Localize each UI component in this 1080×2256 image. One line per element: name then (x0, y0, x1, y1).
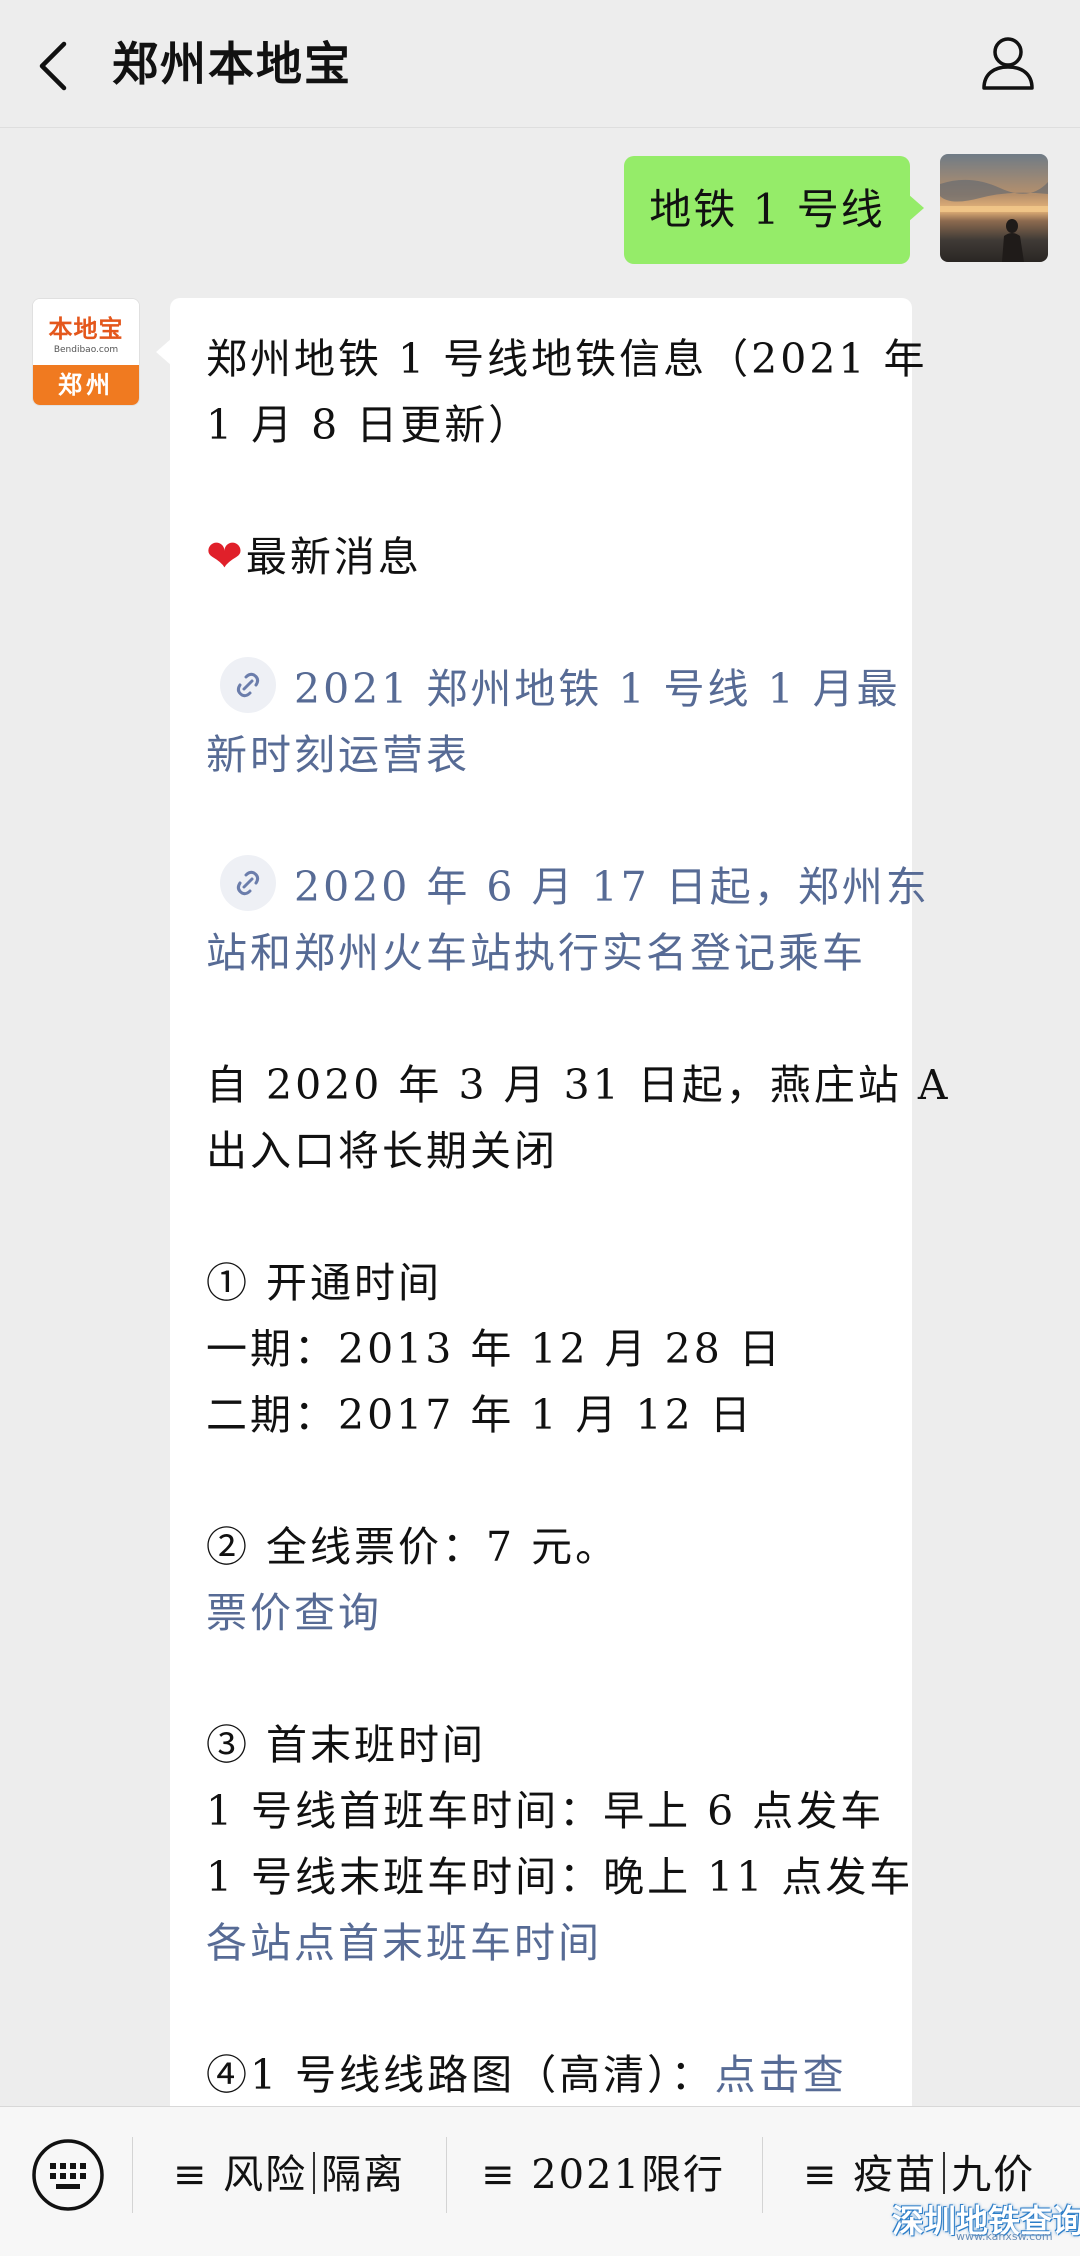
watermark-url: www.kanxsw.com (956, 2230, 1053, 2243)
menu-item-restriction-label: 2021限行 (531, 2152, 726, 2198)
menu-item-risk-quarantine[interactable]: ≡ 风险 隔离 (134, 2129, 444, 2221)
sunset-photo-icon (940, 179, 1048, 262)
phase1-date: 一期：2013 年 12 月 28 日 (206, 1325, 783, 1373)
chat-area[interactable]: 地铁 1 号线 本地宝 Bendibao.com 郑州 郑州地铁 1 号线地铁信… (0, 128, 1080, 2106)
brand-logo-text: 本地宝 (48, 315, 124, 343)
bot-message-bubble[interactable]: 郑州地铁 1 号线地铁信息（2021 年 1 月 8 日更新） ❤最新消息 20… (156, 298, 951, 2106)
menu-divider (762, 2137, 763, 2213)
text-separator (313, 2152, 316, 2194)
user-avatar[interactable] (940, 154, 1048, 262)
site-watermark: 深圳地铁查询 www.kanxsw.com (892, 2196, 1080, 2254)
menu-item-quarantine-label: 隔离 (321, 2152, 406, 2198)
phase2-date: 二期：2017 年 1 月 12 日 (206, 1391, 754, 1439)
link-schedule-text-a[interactable]: 2021 郑州地铁 1 号线 1 月最 (294, 665, 901, 713)
link-icon (220, 657, 276, 713)
heart-icon: ❤ (206, 531, 246, 582)
menu-glyph: ≡ (480, 2152, 517, 2198)
news-heading-text: 最新消息 (245, 533, 422, 581)
line-map-link[interactable]: 点击查 (715, 2051, 847, 2099)
menu-item-vaccine-label: 疫苗 (853, 2152, 938, 2198)
link-realname-text-b[interactable]: 站和郑州火车站执行实名登记乘车 (206, 920, 878, 986)
news-heading: ❤最新消息 (206, 524, 878, 590)
line-map-row: ④1 号线线路图（高清）：点击查 (206, 2042, 878, 2106)
menu-divider (446, 2137, 447, 2213)
message-title-line2: 1 月 8 日更新） (206, 401, 533, 449)
schedule-heading: ③ 首末班时间 (206, 1721, 487, 1769)
link-schedule-text-b[interactable]: 新时刻运营表 (206, 722, 878, 788)
menu-glyph: ≡ (172, 2152, 209, 2198)
brand-logo: 本地宝 Bendibao.com (33, 299, 139, 369)
notice-line1: 自 2020 年 3 月 31 日起，燕庄站 A (206, 1061, 951, 1109)
menu-divider (132, 2137, 133, 2213)
notice-line2: 出入口将长期关闭 (206, 1127, 558, 1175)
open-time-heading: ① 开通时间 (206, 1259, 443, 1307)
keyboard-toggle-button[interactable] (30, 2137, 106, 2213)
person-icon (982, 37, 1034, 90)
line-map-label: ④1 号线线路图（高清）： (206, 2051, 715, 2099)
first-train-time: 1 号线首班车时间：早上 6 点发车 (206, 1787, 885, 1835)
text-separator (943, 2152, 946, 2194)
user-message-bubble[interactable]: 地铁 1 号线 (624, 156, 924, 264)
top-bar: 郑州本地宝 (0, 0, 1080, 128)
bot-avatar[interactable]: 本地宝 Bendibao.com 郑州 (32, 298, 140, 406)
user-message-text: 地铁 1 号线 (649, 185, 885, 234)
chevron-left-icon (39, 41, 67, 91)
mini-program-link-schedule[interactable]: 2021 郑州地铁 1 号线 1 月最 (206, 656, 898, 722)
station-schedule-link[interactable]: 各站点首末班车时间 (206, 1910, 878, 1976)
brand-logo-city: 郑州 (33, 365, 139, 405)
keyboard-icon (32, 2139, 104, 2211)
fare-info: ② 全线票价：7 元。 (206, 1523, 620, 1571)
last-train-time: 1 号线末班车时间：晚上 11 点发车 (206, 1853, 914, 1901)
profile-button[interactable] (976, 30, 1040, 94)
mini-program-link-realname[interactable]: 2020 年 6 月 17 日起，郑州东 (206, 854, 927, 920)
page-title: 郑州本地宝 (112, 37, 352, 91)
menu-item-risk-label: 风险 (223, 2152, 308, 2198)
message-title-line1: 郑州地铁 1 号线地铁信息（2021 年 (206, 335, 928, 383)
link-realname-text-a[interactable]: 2020 年 6 月 17 日起，郑州东 (294, 863, 930, 911)
link-icon (220, 855, 276, 911)
brand-logo-site: Bendibao.com (53, 345, 119, 355)
menu-item-hpv-label: 九价 (951, 2152, 1036, 2198)
back-button[interactable] (26, 30, 86, 98)
fare-query-link[interactable]: 票价查询 (206, 1580, 878, 1646)
menu-glyph: ≡ (802, 2152, 839, 2198)
menu-item-traffic-restriction[interactable]: ≡ 2021限行 (448, 2129, 758, 2221)
